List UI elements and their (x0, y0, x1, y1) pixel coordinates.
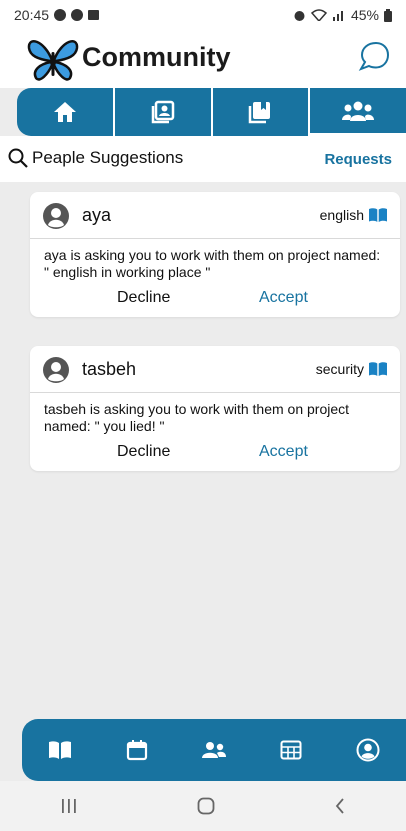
tab-contacts[interactable] (115, 88, 213, 136)
calendar-icon (127, 740, 148, 761)
request-card-header: aya english (30, 192, 400, 239)
page-title: Community (82, 42, 231, 72)
bottom-nav-table[interactable] (252, 719, 329, 781)
request-category-label: english (319, 207, 364, 223)
signal-icon (332, 11, 343, 21)
top-tab-bar (17, 88, 406, 136)
people-icon (201, 742, 226, 758)
book-icon (49, 741, 72, 759)
request-message: tasbeh is asking you to work with them o… (44, 401, 350, 434)
status-right: 45% (293, 7, 392, 23)
tab-community[interactable] (310, 88, 406, 136)
status-time: 20:45 (14, 7, 50, 23)
profile-icon (356, 738, 380, 762)
system-nav-bar (0, 781, 406, 831)
bottom-nav-books[interactable] (22, 719, 99, 781)
bottom-nav-calendar[interactable] (99, 719, 176, 781)
bottom-nav-bar (22, 719, 406, 781)
request-category-label: security (315, 361, 364, 377)
recent-apps-icon[interactable] (59, 797, 79, 815)
request-user-name: tasbeh (82, 359, 137, 379)
bottom-nav-people[interactable] (176, 719, 253, 781)
requests-link[interactable]: Requests (324, 151, 392, 168)
suggestions-header: Peaple Suggestions Requests (0, 136, 406, 182)
request-actions: Decline Accept (30, 435, 400, 471)
suggestions-title[interactable]: Peaple Suggestions (8, 148, 183, 168)
tab-home[interactable] (17, 88, 115, 136)
user-avatar-icon (43, 203, 69, 229)
wifi-icon (310, 9, 327, 21)
user-avatar-icon (43, 357, 69, 383)
home-button-icon[interactable] (196, 796, 216, 816)
app-notification-icon (71, 9, 84, 21)
bookmark-icon (249, 102, 271, 124)
book-icon (369, 208, 387, 222)
decline-button[interactable]: Decline (117, 289, 170, 307)
app-header: Community (0, 30, 406, 88)
request-message: aya is asking you to work with them on p… (44, 247, 381, 280)
suggestions-label: Peaple Suggestions (32, 148, 184, 167)
bottom-nav-profile[interactable] (329, 719, 406, 781)
request-card: tasbeh security tasbeh is asking you to … (30, 346, 400, 471)
request-user-name: aya (82, 205, 112, 225)
status-left: 20:45 (14, 7, 100, 23)
request-card: aya english aya is asking you to work wi… (30, 192, 400, 317)
back-icon[interactable] (333, 796, 347, 816)
status-bar: 20:45 45% (0, 0, 406, 30)
book-icon (369, 362, 387, 376)
battery-icon (384, 8, 392, 22)
accept-button[interactable]: Accept (259, 289, 308, 307)
battery-level: 45% (350, 7, 379, 23)
accept-button[interactable]: Accept (259, 443, 308, 461)
chat-icon[interactable] (358, 40, 390, 72)
butterfly-logo-icon (27, 40, 79, 81)
gallery-notification-icon (88, 10, 100, 20)
decline-button[interactable]: Decline (117, 443, 170, 461)
alarm-icon (294, 10, 305, 21)
request-category: english (320, 207, 388, 223)
request-card-header: tasbeh security (30, 346, 400, 393)
contact-book-icon (151, 100, 174, 124)
messenger-notification-icon (54, 9, 67, 21)
tab-library[interactable] (213, 88, 311, 136)
table-icon (280, 740, 302, 760)
users-icon (342, 101, 375, 121)
request-category: security (316, 361, 388, 377)
home-icon (53, 102, 76, 122)
request-actions: Decline Accept (30, 281, 400, 317)
search-icon (8, 148, 28, 168)
